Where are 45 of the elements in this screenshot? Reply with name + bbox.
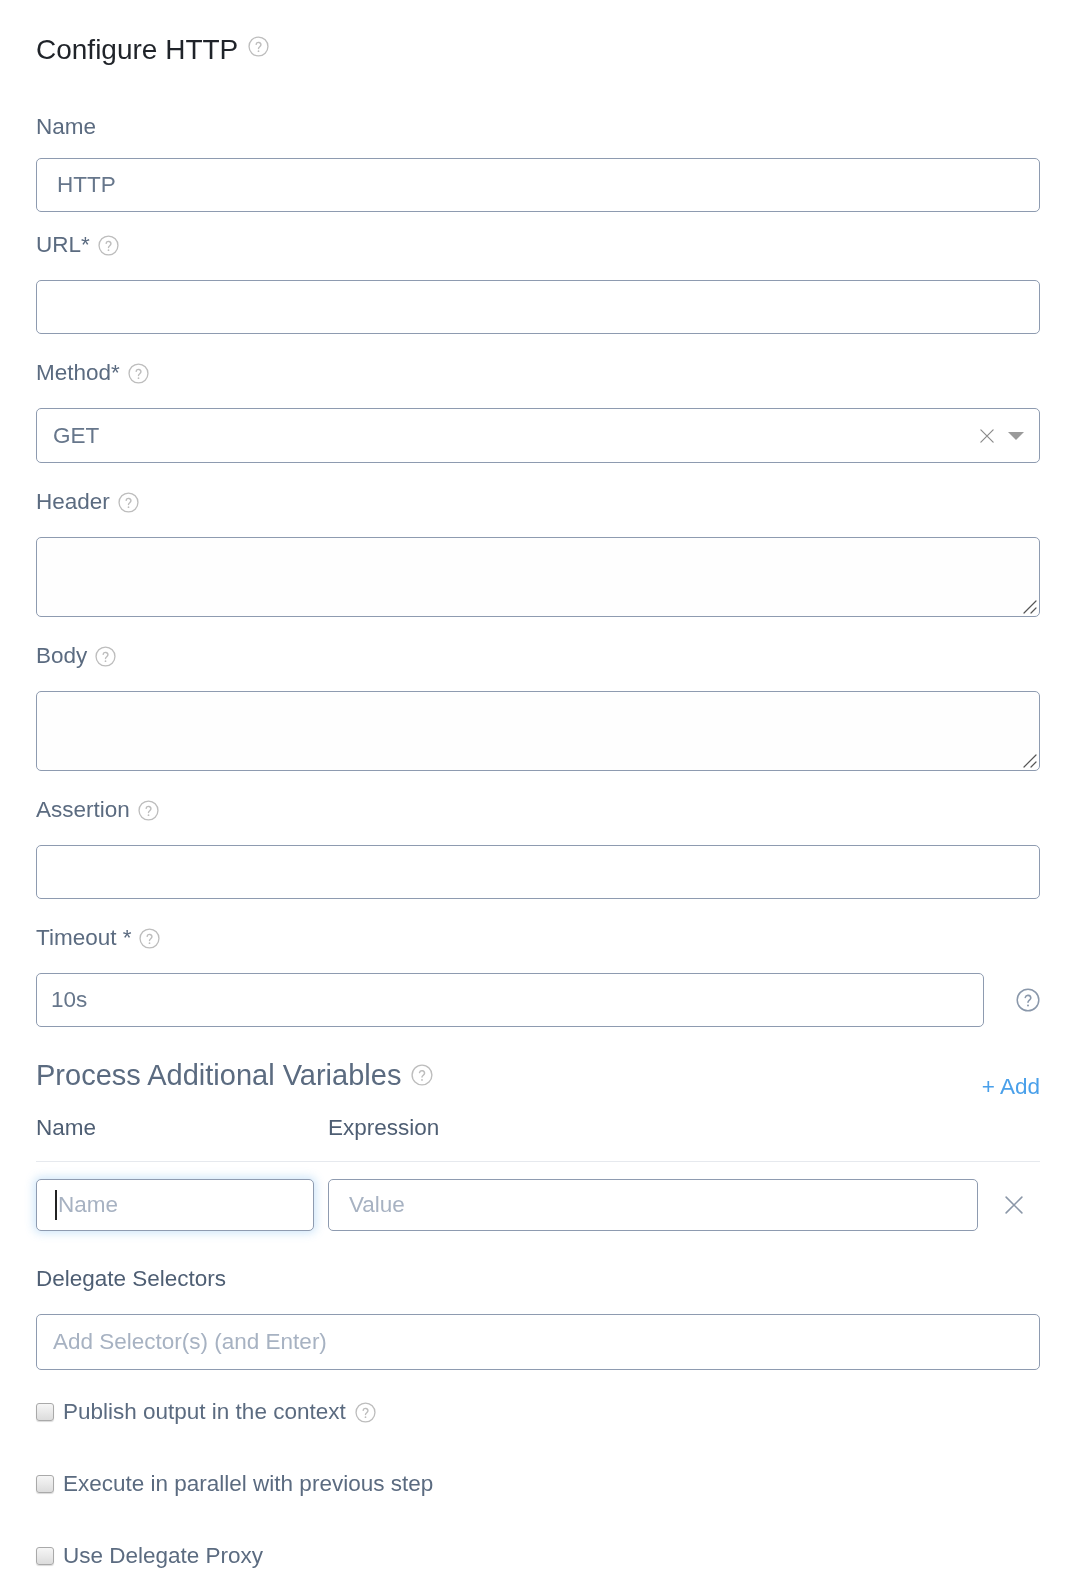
help-icon[interactable] xyxy=(117,491,139,513)
help-icon[interactable] xyxy=(139,927,161,949)
section-title: Process Additional Variables xyxy=(36,1058,402,1093)
checkbox[interactable] xyxy=(36,1547,54,1565)
checkbox-label: Execute in parallel with previous step xyxy=(63,1470,434,1498)
field-label: Timeout * xyxy=(36,924,132,952)
textarea-field[interactable] xyxy=(36,691,1040,771)
checkbox[interactable] xyxy=(36,1403,54,1421)
help-icon[interactable] xyxy=(411,1064,434,1086)
input-field[interactable] xyxy=(36,845,1040,899)
text-cursor-icon xyxy=(55,1190,57,1220)
help-icon[interactable] xyxy=(137,799,159,821)
help-icon[interactable] xyxy=(95,645,117,667)
help-icon[interactable] xyxy=(127,362,149,384)
input-field[interactable]: 10s xyxy=(36,973,984,1027)
input-field[interactable]: Value xyxy=(328,1179,978,1231)
resize-handle-icon[interactable] xyxy=(1023,754,1037,768)
field-label: URL* xyxy=(36,231,90,259)
caret-down-icon[interactable] xyxy=(1008,431,1024,440)
resize-handle-icon[interactable] xyxy=(1023,600,1037,614)
help-icon[interactable] xyxy=(97,234,119,256)
page-title: Configure HTTP xyxy=(36,33,239,67)
input-field[interactable]: Name xyxy=(36,1179,314,1231)
checkbox-label: Publish output in the context xyxy=(63,1398,346,1426)
textarea-field[interactable] xyxy=(36,537,1040,617)
field-label: Header xyxy=(36,488,110,516)
field-label: Name xyxy=(36,113,97,141)
close-icon[interactable] xyxy=(1005,1196,1023,1214)
column-header: Name xyxy=(36,1114,97,1142)
input-field[interactable] xyxy=(36,280,1040,334)
checkbox[interactable] xyxy=(36,1475,54,1493)
field-label: Delegate Selectors xyxy=(36,1265,227,1293)
close-icon[interactable] xyxy=(980,428,994,443)
field-label: Assertion xyxy=(36,796,130,824)
help-icon[interactable] xyxy=(248,36,270,57)
column-header: Expression xyxy=(328,1114,440,1142)
select-field[interactable]: GET xyxy=(36,408,1040,463)
add-link[interactable]: + Add xyxy=(981,1075,1040,1099)
checkbox-label: Use Delegate Proxy xyxy=(63,1542,264,1570)
help-icon[interactable] xyxy=(354,1401,376,1423)
input-field[interactable]: Add Selector(s) (and Enter) xyxy=(36,1314,1040,1370)
input-field[interactable]: HTTP xyxy=(36,158,1040,212)
field-label: Body xyxy=(36,642,88,670)
field-label: Method* xyxy=(36,359,120,387)
help-icon[interactable] xyxy=(1016,988,1040,1012)
